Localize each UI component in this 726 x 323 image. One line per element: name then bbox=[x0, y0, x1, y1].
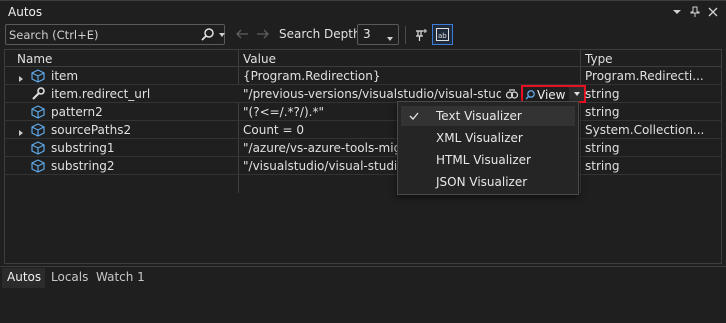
search-box[interactable] bbox=[5, 24, 225, 45]
table-row[interactable]: item.redirect_url "/previous-versions/vi… bbox=[5, 85, 721, 103]
variable-value[interactable]: "(?<=/.*?/).*" bbox=[243, 105, 393, 119]
variable-name: sourcePaths2 bbox=[51, 123, 132, 137]
menu-item-label: HTML Visualizer bbox=[436, 153, 531, 167]
variable-name: item.redirect_url bbox=[51, 87, 151, 101]
magnifier-icon bbox=[525, 89, 536, 100]
title-controls bbox=[668, 3, 722, 21]
variables-grid: Name Value Type item {Program.Redirectio… bbox=[4, 49, 722, 264]
column-header-type[interactable]: Type bbox=[585, 52, 613, 66]
variable-type: string bbox=[585, 141, 620, 155]
variable-type: string bbox=[585, 87, 620, 101]
toolbar-divider bbox=[405, 26, 406, 44]
variable-value[interactable]: Count = 0 bbox=[243, 123, 393, 137]
pin-icon[interactable] bbox=[686, 3, 704, 21]
close-icon[interactable] bbox=[704, 3, 722, 21]
search-depth-value: 3 bbox=[363, 27, 371, 41]
wrench-icon bbox=[31, 87, 45, 101]
pin-icon[interactable] bbox=[411, 25, 431, 45]
table-row[interactable]: sourcePaths2 Count = 0 System.Collection… bbox=[5, 121, 721, 139]
table-row[interactable]: substring1 "/azure/vs-azure-tools-migra … bbox=[5, 139, 721, 157]
search-options-chevron-icon[interactable] bbox=[218, 29, 226, 39]
title-bar: Autos bbox=[0, 0, 726, 22]
variable-value[interactable]: {Program.Redirection} bbox=[243, 69, 579, 83]
search-depth-label: Search Depth: bbox=[279, 27, 365, 41]
variable-type: string bbox=[585, 105, 620, 119]
autos-window: Autos Search (Ctrl+E) Search Depth: 3 ab… bbox=[0, 0, 726, 323]
toolbar: Search Depth: 3 ab bbox=[0, 22, 726, 48]
visualizer-icon[interactable] bbox=[505, 87, 519, 101]
object-icon bbox=[31, 141, 45, 155]
chevron-down-icon[interactable] bbox=[668, 3, 686, 21]
visualizer-menu: Text Visualizer XML Visualizer HTML Visu… bbox=[397, 101, 579, 195]
tab-watch-1[interactable]: Watch 1 bbox=[96, 270, 145, 288]
checkmark-icon bbox=[409, 110, 419, 120]
variable-type: System.Collection... bbox=[585, 123, 705, 137]
window-title: Autos bbox=[8, 5, 43, 19]
variable-name: substring1 bbox=[51, 141, 115, 155]
menu-item-label: JSON Visualizer bbox=[436, 175, 528, 189]
menu-item-html-visualizer[interactable]: HTML Visualizer bbox=[401, 150, 575, 170]
tab-autos[interactable]: Autos bbox=[7, 270, 41, 288]
variable-type: Program.Redirecti... bbox=[585, 69, 704, 83]
search-icon[interactable] bbox=[201, 27, 215, 41]
variable-value[interactable]: "/previous-versions/visualstudio/visual-… bbox=[243, 87, 501, 101]
object-icon bbox=[31, 105, 45, 119]
arrow-right-icon[interactable] bbox=[255, 27, 271, 41]
view-button-label: View bbox=[537, 88, 566, 102]
menu-item-text-visualizer[interactable]: Text Visualizer bbox=[401, 106, 575, 126]
menu-item-xml-visualizer[interactable]: XML Visualizer bbox=[401, 128, 575, 148]
object-icon bbox=[31, 159, 45, 173]
table-row[interactable]: substring2 "/visualstudio/visual-studio-… bbox=[5, 157, 721, 175]
column-header-value[interactable]: Value bbox=[243, 52, 276, 66]
expand-arrow-icon[interactable] bbox=[17, 126, 25, 136]
search-depth-select[interactable]: 3 bbox=[357, 24, 399, 45]
variable-type: string bbox=[585, 159, 620, 173]
table-row[interactable]: item {Program.Redirection} Program.Redir… bbox=[5, 67, 721, 85]
menu-item-json-visualizer[interactable]: JSON Visualizer bbox=[401, 172, 575, 192]
search-input[interactable] bbox=[9, 26, 189, 43]
menu-item-label: Text Visualizer bbox=[436, 109, 522, 123]
expand-arrow-icon[interactable] bbox=[17, 72, 25, 82]
variable-name: substring2 bbox=[51, 159, 115, 173]
column-header-name[interactable]: Name bbox=[17, 52, 52, 66]
tool-window-tabs: Autos Locals Watch 1 bbox=[0, 266, 726, 288]
object-icon bbox=[31, 69, 45, 83]
menu-item-label: XML Visualizer bbox=[436, 131, 523, 145]
hexadecimal-display-icon[interactable]: ab bbox=[432, 24, 453, 45]
svg-text:ab: ab bbox=[438, 32, 447, 40]
table-row[interactable]: pattern2 "(?<=/.*?/).*" string bbox=[5, 103, 721, 121]
tab-locals[interactable]: Locals bbox=[51, 270, 88, 288]
variable-name: item bbox=[51, 69, 79, 83]
arrow-left-icon[interactable] bbox=[234, 27, 250, 41]
chevron-down-icon[interactable] bbox=[569, 87, 584, 101]
grid-header: Name Value Type bbox=[5, 50, 721, 67]
object-icon bbox=[31, 123, 45, 137]
chevron-down-icon bbox=[386, 31, 394, 45]
variable-name: pattern2 bbox=[51, 105, 103, 119]
